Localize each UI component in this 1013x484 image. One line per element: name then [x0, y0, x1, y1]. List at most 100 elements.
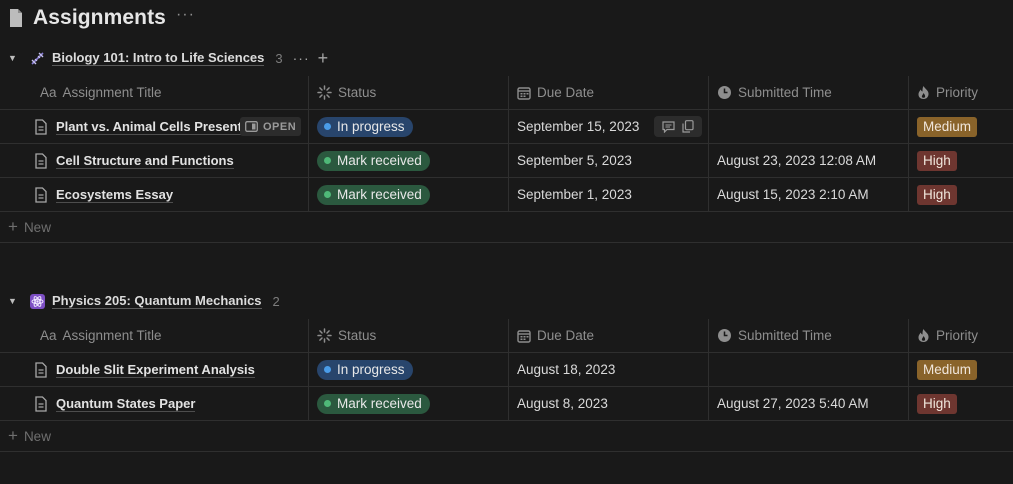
atom-icon: [30, 293, 45, 309]
flame-icon: [917, 85, 930, 100]
collapse-toggle-icon[interactable]: ▼: [8, 53, 18, 63]
status-cell[interactable]: Mark received: [309, 178, 509, 211]
priority-tag: Medium: [917, 359, 978, 380]
column-header-status[interactable]: Status: [309, 76, 509, 109]
submitted-time-cell[interactable]: [709, 353, 909, 386]
title-cell[interactable]: Plant vs. Animal Cells Presentation OPEN: [0, 110, 309, 143]
column-header-priority[interactable]: Priority: [909, 76, 1013, 109]
group-title[interactable]: Biology 101: Intro to Life Sciences: [52, 50, 265, 66]
submitted-time-cell[interactable]: August 23, 2023 12:08 AM: [709, 144, 909, 177]
group-biology: ▼ Biology 101: Intro to Life Sciences 3 …: [0, 44, 1013, 243]
status-cell[interactable]: Mark received: [309, 387, 509, 420]
priority-tag: High: [917, 184, 957, 205]
document-icon: [35, 118, 47, 135]
submitted-time-cell[interactable]: August 27, 2023 5:40 AM: [709, 387, 909, 420]
table-header-row: Aa Assignment Title Status Due Date Subm…: [0, 76, 1013, 110]
status-spinner-icon: [317, 328, 332, 343]
group-physics: ▼ Physics 205: Quantum Mechanics 2 Aa As…: [0, 287, 1013, 452]
title-cell[interactable]: Quantum States Paper: [0, 387, 309, 420]
column-header-due-date[interactable]: Due Date: [509, 76, 709, 109]
priority-cell[interactable]: Medium: [909, 353, 1013, 386]
due-date-cell[interactable]: September 5, 2023: [509, 144, 709, 177]
comment-icon[interactable]: [658, 120, 678, 133]
priority-tag: High: [917, 150, 957, 171]
document-icon: [35, 152, 47, 169]
assignment-title[interactable]: Cell Structure and Functions: [56, 153, 234, 169]
flame-icon: [917, 328, 930, 343]
column-header-title[interactable]: Aa Assignment Title: [0, 319, 309, 352]
plus-icon: +: [8, 217, 18, 236]
column-header-title[interactable]: Aa Assignment Title: [0, 76, 309, 109]
status-cell[interactable]: Mark received: [309, 144, 509, 177]
collapse-toggle-icon[interactable]: ▼: [8, 296, 18, 306]
clock-icon: [717, 328, 732, 343]
status-badge: Mark received: [317, 184, 430, 205]
clock-icon: [717, 85, 732, 100]
table: Aa Assignment Title Status Due Date Subm…: [0, 319, 1013, 452]
group-count: 3: [275, 50, 283, 66]
due-date-cell[interactable]: September 1, 2023: [509, 178, 709, 211]
due-date-cell[interactable]: August 8, 2023: [509, 387, 709, 420]
title-cell[interactable]: Ecosystems Essay: [0, 178, 309, 211]
status-cell[interactable]: In progress: [309, 110, 509, 143]
table-row[interactable]: Cell Structure and Functions Mark receiv…: [0, 144, 1013, 178]
table-row[interactable]: Quantum States Paper Mark received Augus…: [0, 387, 1013, 421]
document-icon: [10, 9, 22, 27]
column-header-submitted-time[interactable]: Submitted Time: [709, 319, 909, 352]
table-header-row: Aa Assignment Title Status Due Date Subm…: [0, 319, 1013, 353]
document-icon: [35, 395, 47, 412]
priority-cell[interactable]: Medium: [909, 110, 1013, 143]
status-badge: In progress: [317, 359, 413, 380]
group-header: ▼ Biology 101: Intro to Life Sciences 3 …: [0, 44, 1013, 72]
table-row[interactable]: Double Slit Experiment Analysis In progr…: [0, 353, 1013, 387]
assignment-title[interactable]: Quantum States Paper: [56, 396, 196, 412]
group-header: ▼ Physics 205: Quantum Mechanics 2: [0, 287, 1013, 315]
group-more-icon[interactable]: ···: [293, 50, 310, 66]
group-count: 2: [272, 293, 280, 309]
page-more-icon[interactable]: ···: [176, 6, 195, 24]
submitted-time-cell[interactable]: [709, 110, 909, 143]
open-button[interactable]: OPEN: [240, 117, 302, 136]
dna-icon: [30, 51, 45, 66]
priority-cell[interactable]: High: [909, 387, 1013, 420]
status-badge: In progress: [317, 116, 413, 137]
new-row-button[interactable]: + New: [0, 212, 1013, 243]
status-badge: Mark received: [317, 393, 430, 414]
title-cell[interactable]: Cell Structure and Functions: [0, 144, 309, 177]
column-header-priority[interactable]: Priority: [909, 319, 1013, 352]
submitted-time-cell[interactable]: August 15, 2023 2:10 AM: [709, 178, 909, 211]
status-cell[interactable]: In progress: [309, 353, 509, 386]
priority-tag: High: [917, 393, 957, 414]
copy-icon[interactable]: [678, 120, 698, 133]
document-icon: [35, 361, 47, 378]
status-spinner-icon: [317, 85, 332, 100]
due-date-cell[interactable]: August 18, 2023: [509, 353, 709, 386]
table-row[interactable]: Plant vs. Animal Cells Presentation OPEN…: [0, 110, 1013, 144]
column-header-status[interactable]: Status: [309, 319, 509, 352]
status-badge: Mark received: [317, 150, 430, 171]
table: Aa Assignment Title Status Due Date Subm…: [0, 76, 1013, 243]
group-add-icon[interactable]: +: [318, 49, 329, 67]
calendar-icon: [517, 329, 531, 343]
column-header-submitted-time[interactable]: Submitted Time: [709, 76, 909, 109]
due-date-cell[interactable]: September 15, 2023: [509, 110, 709, 143]
side-peek-icon: [245, 121, 258, 132]
column-header-due-date[interactable]: Due Date: [509, 319, 709, 352]
priority-cell[interactable]: High: [909, 144, 1013, 177]
text-type-icon: Aa: [40, 85, 57, 100]
document-icon: [35, 186, 47, 203]
page-header: Assignments ···: [8, 4, 195, 32]
plus-icon: +: [8, 426, 18, 445]
priority-cell[interactable]: High: [909, 178, 1013, 211]
page-title: Assignments: [33, 6, 166, 29]
assignment-title[interactable]: Ecosystems Essay: [56, 187, 174, 203]
text-type-icon: Aa: [40, 328, 57, 343]
new-row-button[interactable]: + New: [0, 421, 1013, 452]
title-cell[interactable]: Double Slit Experiment Analysis: [0, 353, 309, 386]
row-actions: [654, 116, 702, 137]
table-row[interactable]: Ecosystems Essay Mark received September…: [0, 178, 1013, 212]
group-title[interactable]: Physics 205: Quantum Mechanics: [52, 293, 262, 309]
priority-tag: Medium: [917, 116, 978, 137]
calendar-icon: [517, 86, 531, 100]
assignment-title[interactable]: Double Slit Experiment Analysis: [56, 362, 255, 378]
